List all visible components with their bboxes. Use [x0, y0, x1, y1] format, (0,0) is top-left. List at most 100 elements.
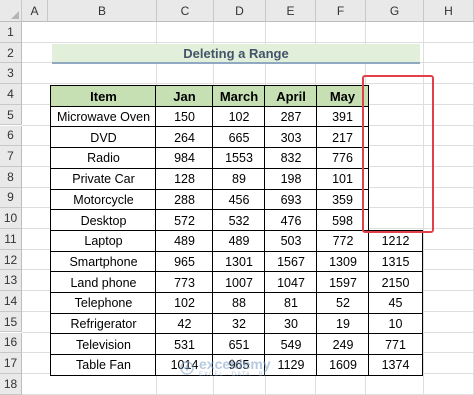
column-header-g[interactable]: G — [366, 0, 424, 22]
table-cell-item[interactable]: Table Fan — [50, 354, 156, 376]
row-header-12[interactable]: 12 — [0, 249, 22, 271]
row-header-6[interactable]: 6 — [0, 125, 22, 147]
table-cell-extra[interactable]: 1315 — [368, 250, 423, 273]
table-cell-jan[interactable]: 572 — [155, 209, 213, 231]
table-cell-jan[interactable]: 264 — [155, 126, 213, 149]
table-cell-item[interactable]: DVD — [50, 126, 156, 149]
table-cell-jan[interactable]: 102 — [155, 292, 213, 314]
spreadsheet-grid[interactable]: ABCDEFGH 1 2 3 4 5 6 7 8 9 10 11 12 13 14 15 16 17 18 Del… — [0, 0, 474, 395]
table-cell-jan[interactable]: 531 — [155, 333, 213, 356]
table-cell-jan[interactable]: 42 — [155, 312, 213, 335]
table-cell-item[interactable]: Laptop — [50, 229, 156, 252]
table-cell-march[interactable]: 102 — [212, 105, 265, 128]
table-cell-item[interactable]: Private Car — [50, 167, 156, 190]
table-cell-march[interactable]: 965 — [212, 354, 265, 376]
table-cell-march[interactable]: 89 — [212, 167, 265, 190]
table-cell-march[interactable]: 32 — [212, 312, 265, 335]
column-header-e[interactable]: E — [266, 0, 316, 22]
table-cell-extra[interactable]: 2150 — [368, 271, 423, 293]
table-header-item[interactable]: Item — [50, 85, 156, 107]
table-cell-march[interactable]: 1553 — [212, 147, 265, 169]
table-cell-extra[interactable]: 45 — [368, 292, 423, 314]
table-header-april[interactable]: April — [264, 85, 317, 107]
row-header-18[interactable]: 18 — [0, 373, 22, 395]
table-cell-jan[interactable]: 150 — [155, 105, 213, 128]
column-header-h[interactable]: H — [424, 0, 474, 22]
table-cell-extra[interactable]: 1212 — [368, 229, 423, 252]
table-cell-may[interactable]: 52 — [316, 292, 369, 314]
table-cell-item[interactable]: Smartphone — [50, 250, 156, 273]
table-cell-jan[interactable]: 1014 — [155, 354, 213, 376]
table-cell-april[interactable]: 198 — [264, 167, 317, 190]
row-header-17[interactable]: 17 — [0, 353, 22, 374]
table-cell-april[interactable]: 476 — [264, 209, 317, 231]
table-cell-march[interactable]: 651 — [212, 333, 265, 356]
row-header-15[interactable]: 15 — [0, 311, 22, 333]
table-cell-may[interactable]: 1309 — [316, 250, 369, 273]
table-cell-may[interactable]: 1597 — [316, 271, 369, 293]
table-cell-april[interactable]: 81 — [264, 292, 317, 314]
table-cell-jan[interactable]: 965 — [155, 250, 213, 273]
column-header-c[interactable]: C — [157, 0, 214, 22]
table-cell-extra[interactable]: 10 — [368, 312, 423, 335]
table-cell-march[interactable]: 489 — [212, 229, 265, 252]
row-header-5[interactable]: 5 — [0, 104, 22, 126]
table-cell-april[interactable]: 287 — [264, 105, 317, 128]
table-cell-item[interactable]: Land phone — [50, 271, 156, 293]
row-header-11[interactable]: 11 — [0, 229, 22, 250]
table-cell-april[interactable]: 832 — [264, 147, 317, 169]
table-cell-march[interactable]: 1007 — [212, 271, 265, 293]
row-header-14[interactable]: 14 — [0, 291, 22, 312]
table-header-jan[interactable]: Jan — [155, 85, 213, 107]
table-cell-item[interactable]: Motorcycle — [50, 188, 156, 211]
row-header-1[interactable]: 1 — [0, 22, 22, 43]
table-cell-march[interactable]: 532 — [212, 209, 265, 231]
table-cell-april[interactable]: 503 — [264, 229, 317, 252]
table-cell-item[interactable]: Refrigerator — [50, 312, 156, 335]
table-cell-extra[interactable]: 1374 — [368, 354, 423, 376]
table-cell-jan[interactable]: 984 — [155, 147, 213, 169]
gridline-horizontal — [22, 393, 474, 395]
table-cell-jan[interactable]: 773 — [155, 271, 213, 293]
table-cell-april[interactable]: 303 — [264, 126, 317, 149]
table-cell-march[interactable]: 1301 — [212, 250, 265, 273]
row-header-3[interactable]: 3 — [0, 63, 22, 85]
table-cell-jan[interactable]: 489 — [155, 229, 213, 252]
row-header-4[interactable]: 4 — [0, 84, 22, 105]
table-cell-april[interactable]: 693 — [264, 188, 317, 211]
table-cell-april[interactable]: 1047 — [264, 271, 317, 293]
table-cell-april[interactable]: 1567 — [264, 250, 317, 273]
sheet-title[interactable]: Deleting a Range — [52, 44, 420, 64]
table-cell-item[interactable]: Desktop — [50, 209, 156, 231]
column-header-a[interactable]: A — [22, 0, 48, 22]
table-cell-item[interactable]: Television — [50, 333, 156, 356]
table-cell-april[interactable]: 1129 — [264, 354, 317, 376]
row-header-8[interactable]: 8 — [0, 166, 22, 188]
table-cell-may[interactable]: 249 — [316, 333, 369, 356]
table-cell-item[interactable]: Radio — [50, 147, 156, 169]
row-header-10[interactable]: 10 — [0, 208, 22, 229]
column-header-f[interactable]: F — [316, 0, 366, 22]
row-header-2[interactable]: 2 — [0, 42, 22, 64]
table-cell-march[interactable]: 665 — [212, 126, 265, 149]
table-cell-april[interactable]: 549 — [264, 333, 317, 356]
row-header-7[interactable]: 7 — [0, 146, 22, 167]
table-cell-march[interactable]: 456 — [212, 188, 265, 211]
table-cell-may[interactable]: 1609 — [316, 354, 369, 376]
row-header-16[interactable]: 16 — [0, 332, 22, 354]
row-header-13[interactable]: 13 — [0, 270, 22, 292]
column-header-d[interactable]: D — [214, 0, 266, 22]
table-cell-may[interactable]: 772 — [316, 229, 369, 252]
column-header-b[interactable]: B — [48, 0, 157, 22]
row-header-9[interactable]: 9 — [0, 187, 22, 209]
table-header-march[interactable]: March — [212, 85, 265, 107]
table-cell-jan[interactable]: 288 — [155, 188, 213, 211]
table-cell-item[interactable]: Telephone — [50, 292, 156, 314]
table-cell-item[interactable]: Microwave Oven — [50, 105, 156, 128]
table-cell-jan[interactable]: 128 — [155, 167, 213, 190]
table-cell-april[interactable]: 30 — [264, 312, 317, 335]
table-cell-extra[interactable]: 771 — [368, 333, 423, 356]
table-cell-march[interactable]: 88 — [212, 292, 265, 314]
select-all-corner[interactable] — [0, 0, 22, 22]
table-cell-may[interactable]: 19 — [316, 312, 369, 335]
